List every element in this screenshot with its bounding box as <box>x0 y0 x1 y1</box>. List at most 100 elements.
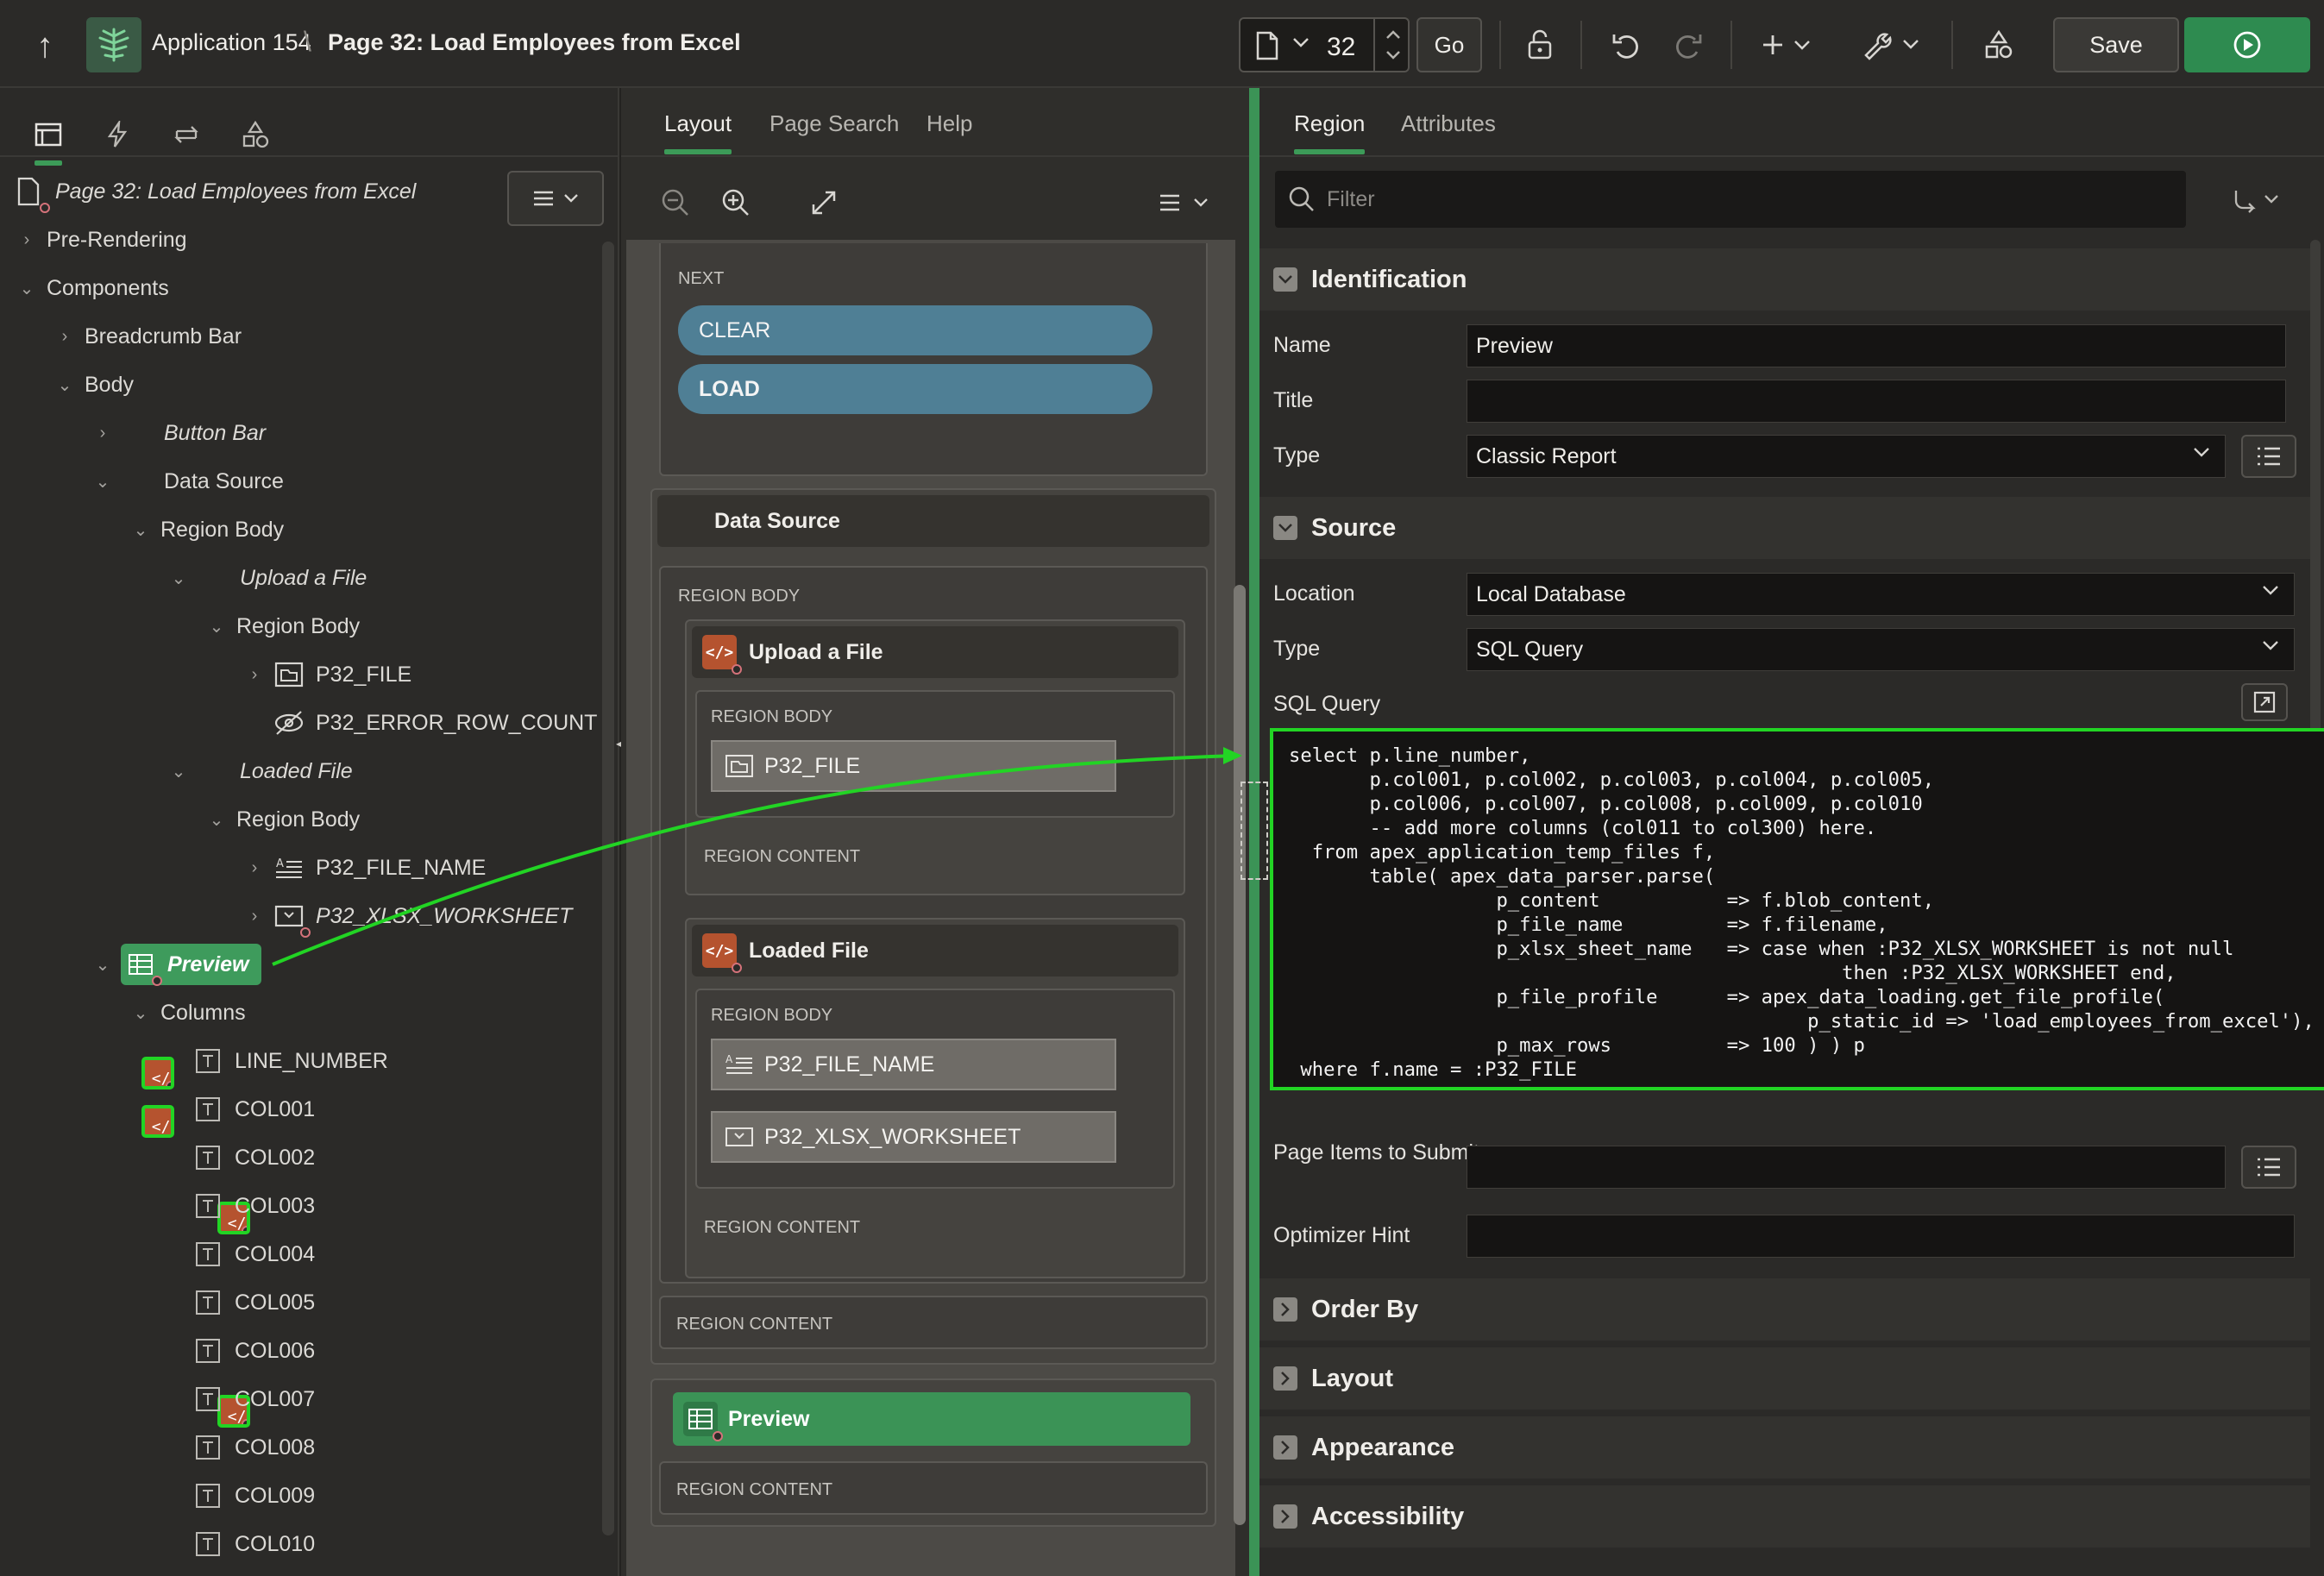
chevron-down-icon[interactable]: ⌄ <box>128 519 154 541</box>
loaded-file-region[interactable]: </> Loaded File REGION BODY A P32_FILE_N… <box>685 918 1185 1278</box>
data-source-region[interactable]: </> Data Source REGION BODY </> Upload a… <box>650 488 1216 1365</box>
tree-item-loaded-file[interactable]: ⌄</>Loaded File <box>166 747 353 1428</box>
section-order-by[interactable]: Order By <box>1259 1278 2310 1341</box>
page-document-icon[interactable] <box>1256 31 1278 65</box>
page-item-p32-file-name[interactable]: A P32_FILE_NAME <box>711 1039 1116 1090</box>
app-logo-icon[interactable] <box>86 17 141 72</box>
go-button[interactable]: Go <box>1416 17 1482 72</box>
tree-item-region-body[interactable]: ⌄ Region Body <box>128 505 285 554</box>
tree-item-p32-xlsx-worksheet[interactable]: › P32_XLSX_WORKSHEET <box>242 892 572 940</box>
tree-item-components[interactable]: ⌄ Components <box>14 264 169 312</box>
button-bar-region[interactable]: NEXT CLEAR LOAD <box>659 243 1208 476</box>
tab-help[interactable]: Help <box>926 110 972 137</box>
tree-item-p32-error-row-count[interactable]: P32_ERROR_ROW_COUNT <box>267 699 597 747</box>
page-number-input[interactable]: 32 <box>1327 33 1355 62</box>
tree-item-p32-file[interactable]: › P32_FILE <box>242 650 411 699</box>
zoom-out-icon[interactable] <box>654 181 697 224</box>
tree-item-column[interactable]: COL001 <box>192 1085 315 1133</box>
tab-layout[interactable]: Layout <box>664 110 732 154</box>
upload-a-file-region[interactable]: </> Upload a File REGION BODY P32_FILE R… <box>685 619 1185 895</box>
section-identification[interactable]: Identification <box>1259 248 2310 311</box>
chevron-right-icon[interactable]: › <box>14 230 40 250</box>
tree-item-column[interactable]: COL008 <box>192 1423 315 1472</box>
create-menu-icon[interactable] <box>1755 24 1824 66</box>
clear-button[interactable]: CLEAR <box>678 305 1153 355</box>
name-field[interactable]: Preview <box>1467 324 2286 367</box>
chevron-right-icon[interactable]: › <box>52 327 78 347</box>
tree-item-column[interactable]: COL006 <box>192 1327 315 1375</box>
section-accessibility[interactable]: Accessibility <box>1259 1485 2310 1548</box>
chevron-down-icon[interactable] <box>1292 36 1310 53</box>
title-field[interactable] <box>1467 380 2286 423</box>
section-appearance[interactable]: Appearance <box>1259 1416 2310 1479</box>
chevron-right-icon[interactable]: › <box>242 665 267 685</box>
run-button[interactable] <box>2184 17 2310 72</box>
tree-scrollbar[interactable] <box>602 242 614 1535</box>
page-number-stepper[interactable] <box>1373 19 1410 71</box>
redo-icon[interactable] <box>1667 24 1710 66</box>
tree-item-button-bar[interactable]: ›</>Button Bar <box>90 409 266 1089</box>
tree-item-preview[interactable]: ⌄ Preview <box>90 940 261 989</box>
list-button[interactable] <box>2241 435 2296 478</box>
tree-item-region-body[interactable]: ⌄ Region Body <box>204 795 361 844</box>
section-layout[interactable]: Layout <box>1259 1347 2310 1410</box>
tree-item-pre-rendering[interactable]: › Pre-Rendering <box>14 216 187 264</box>
chevron-down-icon[interactable]: ⌄ <box>52 374 78 396</box>
expand-icon[interactable] <box>1273 1435 1297 1460</box>
tree-item-column[interactable]: LINE_NUMBER <box>192 1037 388 1085</box>
tree-item-region-body[interactable]: ⌄ Region Body <box>204 602 361 650</box>
application-link[interactable]: Application 154 <box>152 29 311 56</box>
chevron-down-icon[interactable]: ⌄ <box>166 568 192 589</box>
page-selector[interactable]: 32 <box>1239 17 1410 72</box>
utilities-wrench-icon[interactable] <box>1855 24 1932 66</box>
page-item-p32-file[interactable]: P32_FILE <box>711 740 1116 792</box>
code-editor-expand-button[interactable] <box>2241 683 2288 721</box>
chevron-right-icon[interactable]: › <box>242 907 267 926</box>
tree-item-column[interactable]: COL007 <box>192 1375 315 1423</box>
chevron-right-icon[interactable]: › <box>242 858 267 878</box>
optimizer-hint-field[interactable] <box>1467 1215 2295 1258</box>
chevron-down-icon[interactable]: ⌄ <box>204 809 229 831</box>
layout-scrollbar[interactable] <box>1234 585 1246 1525</box>
zoom-in-icon[interactable] <box>714 181 757 224</box>
undo-icon[interactable] <box>1605 24 1648 66</box>
filter-box[interactable] <box>1275 171 2186 228</box>
tree-item-column[interactable]: COL005 <box>192 1278 315 1327</box>
type-select[interactable]: Classic Report <box>1467 435 2226 478</box>
shared-components-icon[interactable] <box>1977 24 2020 66</box>
source-type-select[interactable]: SQL Query <box>1467 628 2295 671</box>
chevron-down-icon[interactable]: ⌄ <box>166 761 192 782</box>
expand-icon[interactable] <box>1273 1504 1297 1529</box>
preview-region-header[interactable]: Preview <box>673 1392 1190 1446</box>
chevron-down-icon[interactable]: ⌄ <box>90 471 116 493</box>
filter-input[interactable] <box>1327 186 2103 212</box>
sql-query-editor[interactable]: select p.line_number, p.col001, p.col002… <box>1270 728 2324 1090</box>
expand-icon[interactable] <box>1273 1366 1297 1391</box>
page-item-p32-xlsx-worksheet[interactable]: P32_XLSX_WORKSHEET <box>711 1111 1116 1163</box>
tab-page-search[interactable]: Page Search <box>769 110 899 137</box>
go-to-group-button[interactable] <box>2224 179 2293 221</box>
tree-menu-button[interactable] <box>507 171 604 226</box>
expand-icon[interactable] <box>1273 1297 1297 1322</box>
tree-item-column[interactable]: COL004 <box>192 1230 315 1278</box>
lock-icon[interactable] <box>1518 24 1561 66</box>
tree-item-column[interactable]: COL010 <box>192 1520 315 1568</box>
tree-item-body[interactable]: ⌄ Body <box>52 361 134 409</box>
tree-item-column[interactable]: COL002 <box>192 1133 315 1182</box>
chevron-down-icon[interactable]: ⌄ <box>90 954 116 976</box>
tree-root-page[interactable]: Page 32: Load Employees from Excel <box>12 167 416 216</box>
tree-item-breadcrumb-bar[interactable]: › Breadcrumb Bar <box>52 312 242 361</box>
location-select[interactable]: Local Database <box>1467 573 2295 616</box>
chevron-right-icon[interactable]: › <box>90 424 116 443</box>
tree-item-column[interactable]: COL003 <box>192 1182 315 1230</box>
tree-item-column[interactable]: COL009 <box>192 1472 315 1520</box>
chevron-down-icon[interactable]: ⌄ <box>128 1002 154 1024</box>
layout-menu-icon[interactable] <box>1153 181 1222 224</box>
tree-item-p32-file-name[interactable]: › A P32_FILE_NAME <box>242 844 487 892</box>
page-items-to-submit-field[interactable] <box>1467 1146 2226 1189</box>
tree-item-upload-a-file[interactable]: ⌄</>Upload a File <box>166 554 367 1234</box>
tab-attributes[interactable]: Attributes <box>1401 110 1496 137</box>
collapse-icon[interactable] <box>1273 516 1297 540</box>
tree-item-data-source[interactable]: ⌄</>Data Source <box>90 457 284 1138</box>
section-source[interactable]: Source <box>1259 497 2310 559</box>
